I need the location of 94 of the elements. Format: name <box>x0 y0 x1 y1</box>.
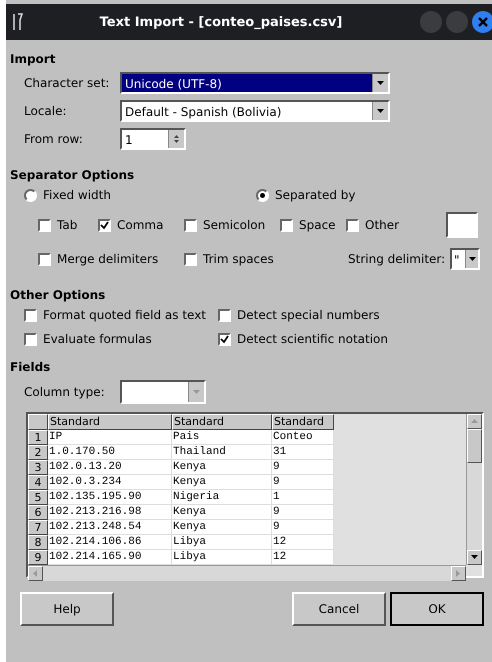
section-heading: Fields <box>10 360 52 374</box>
table-cell: Libya <box>172 535 272 550</box>
scroll-left-button[interactable] <box>28 566 43 581</box>
table-cell: Nigeria <box>172 490 272 505</box>
table-cell: Conteo <box>272 430 334 445</box>
table-cell: 1.0.170.50 <box>48 445 172 460</box>
checkbox[interactable]: Comma <box>98 218 184 232</box>
row-number: 2 <box>28 445 48 460</box>
dropdown[interactable]: Default - Spanish (Bolivia) <box>120 100 390 122</box>
checkbox[interactable]: Detect scientific notation <box>218 332 418 346</box>
app-icon <box>12 12 26 32</box>
row-number: 3 <box>28 460 48 475</box>
field-label: String delimiter: <box>348 252 446 266</box>
table-cell: 102.0.13.20 <box>48 460 172 475</box>
column-header[interactable]: Standard <box>272 414 334 430</box>
field-label: Character set: <box>24 76 110 90</box>
field-label: Column type: <box>24 385 106 399</box>
table-cell: Libya <box>172 550 272 565</box>
section-heading: Import <box>10 52 56 66</box>
scroll-right-button[interactable] <box>451 566 466 581</box>
dropdown[interactable]: Unicode (UTF-8) <box>120 72 390 94</box>
other-separator-field[interactable] <box>446 212 478 238</box>
dropdown-arrow-icon <box>468 257 476 261</box>
table-cell: 12 <box>272 550 334 565</box>
table-cell: 9 <box>272 475 334 490</box>
table-cell: Kenya <box>172 460 272 475</box>
table-cell: 12 <box>272 535 334 550</box>
check-icon <box>100 220 109 230</box>
field-label: Locale: <box>24 104 68 118</box>
scroll-thumb[interactable] <box>467 429 482 463</box>
up-arrow-icon <box>471 418 478 425</box>
left-arrow-icon <box>32 570 39 577</box>
section-heading: Separator Options <box>10 168 136 182</box>
row-number: 5 <box>28 490 48 505</box>
vertical-scrollbar[interactable] <box>466 414 482 565</box>
dropdown[interactable]: " <box>450 248 480 270</box>
radio-dot-icon <box>260 192 265 198</box>
row-number: 7 <box>28 520 48 535</box>
scroll-down-button[interactable] <box>467 550 482 565</box>
dropdown-arrow-icon <box>377 109 384 113</box>
dialog-button[interactable]: Help <box>20 592 114 626</box>
table-cell: 102.213.216.98 <box>48 505 172 520</box>
spin-arrows-icon <box>173 133 180 145</box>
scroll-up-button[interactable] <box>467 414 482 429</box>
table-cell: Kenya <box>172 475 272 490</box>
checkbox[interactable]: Trim spaces <box>184 252 348 266</box>
table-cell: 102.213.248.54 <box>48 520 172 535</box>
dropdown[interactable] <box>120 380 206 404</box>
row-number: 8 <box>28 535 48 550</box>
table-cell: 9 <box>272 505 334 520</box>
checkbox[interactable]: Detect special numbers <box>218 308 418 322</box>
row-number: 9 <box>28 550 48 565</box>
down-arrow-icon <box>471 554 478 561</box>
checkbox[interactable]: Evaluate formulas <box>24 332 218 346</box>
table-cell: 102.214.165.90 <box>48 550 172 565</box>
checkbox[interactable]: Tab <box>38 218 98 232</box>
row-number: 6 <box>28 505 48 520</box>
section-heading: Other Options <box>10 288 106 302</box>
ok-button[interactable]: OK <box>390 592 484 626</box>
table-cell: 102.0.3.234 <box>48 475 172 490</box>
table-cell: Kenya <box>172 505 272 520</box>
row-number: 1 <box>28 430 48 445</box>
dialog-button[interactable]: Cancel <box>292 592 386 626</box>
row-number: 4 <box>28 475 48 490</box>
table-cell: 1 <box>272 490 334 505</box>
field-label: From row: <box>24 132 84 146</box>
table-cell: 9 <box>272 460 334 475</box>
table-cell: Kenya <box>172 520 272 535</box>
table-cell: Thailand <box>172 445 272 460</box>
checkbox[interactable]: Space <box>280 218 346 232</box>
corner-cell <box>28 414 48 430</box>
dropdown-arrow-icon <box>193 390 200 394</box>
checkbox[interactable]: Other <box>346 218 446 232</box>
check-icon <box>220 334 229 344</box>
radio-button[interactable]: Separated by <box>256 188 356 202</box>
table-cell: 31 <box>272 445 334 460</box>
dropdown-arrow-icon <box>377 81 384 85</box>
spin-field[interactable]: 1 <box>120 128 186 150</box>
column-header[interactable]: Standard <box>48 414 172 430</box>
radio-button[interactable]: Fixed width <box>24 188 256 202</box>
checkbox[interactable]: Semicolon <box>184 218 280 232</box>
checkbox[interactable]: Format quoted field as text <box>24 308 218 322</box>
table-cell: IP <box>48 430 172 445</box>
close-icon <box>478 17 488 27</box>
table-cell: 9 <box>272 520 334 535</box>
table-cell: 102.214.106.86 <box>48 535 172 550</box>
window-title: Text Import - [conteo_paises.csv] <box>98 14 344 30</box>
checkbox[interactable]: Merge delimiters <box>38 252 184 266</box>
close-button[interactable] <box>472 11 492 33</box>
horizontal-scrollbar[interactable] <box>28 565 466 581</box>
column-header[interactable]: Standard <box>172 414 272 430</box>
right-arrow-icon <box>455 570 462 577</box>
table-cell: 102.135.195.90 <box>48 490 172 505</box>
table-cell: Pais <box>172 430 272 445</box>
